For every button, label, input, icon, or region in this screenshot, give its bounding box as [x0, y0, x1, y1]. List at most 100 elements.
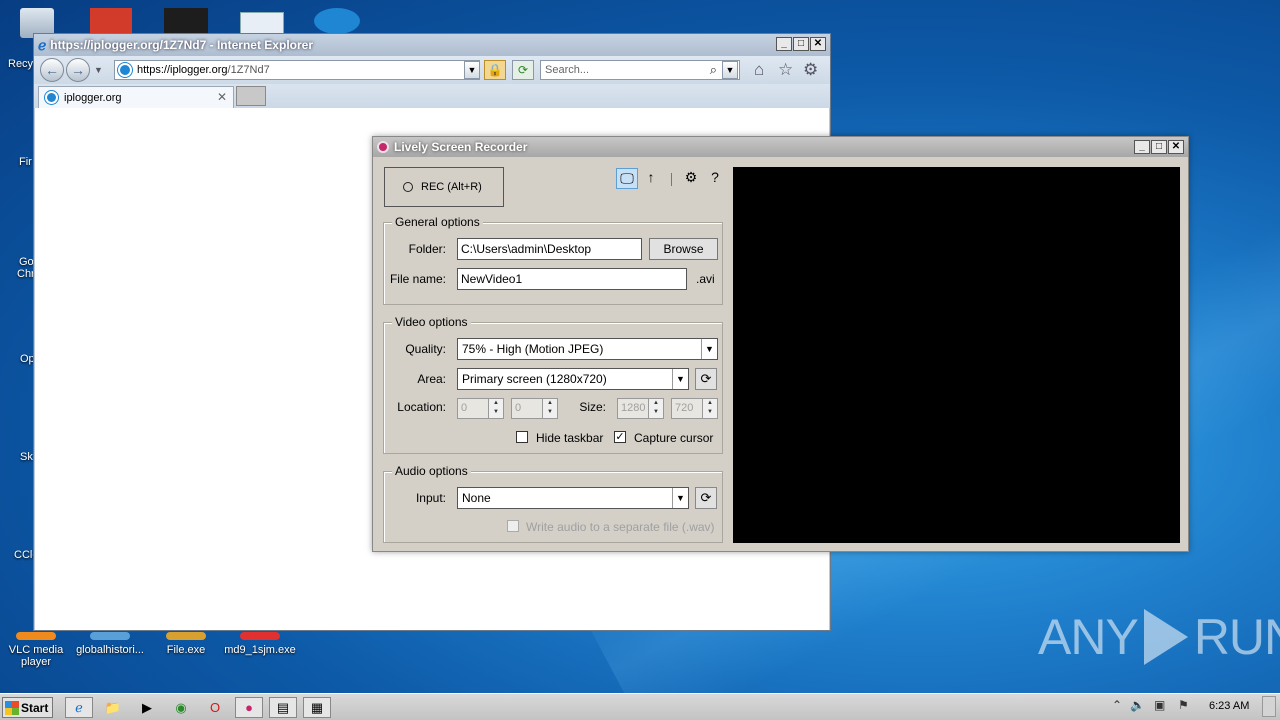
audio-input-select[interactable]: None ▼ — [457, 487, 689, 509]
taskbar-explorer-icon[interactable]: 📁 — [99, 697, 127, 718]
help-icon[interactable]: ? — [704, 168, 726, 189]
toolbar-separator — [671, 173, 672, 186]
taskbar-recorder-icon[interactable]: ● — [235, 697, 263, 718]
network-icon[interactable]: ▣ — [1154, 698, 1165, 712]
app-icon[interactable] — [164, 8, 208, 34]
lock-icon[interactable]: 🔒 — [484, 60, 506, 80]
size-width-spinner[interactable]: 1280 ▲ ▼ — [617, 398, 664, 419]
spinner-arrows-icon[interactable]: ▲ ▼ — [488, 399, 503, 418]
play-icon — [1143, 609, 1188, 665]
ie-titlebar[interactable]: ℯ https://iplogger.org/1Z7Nd7 - Internet… — [34, 34, 830, 56]
action-center-flag-icon[interactable]: ⚑ — [1178, 698, 1189, 712]
address-bar[interactable]: https://iplogger.org/1Z7Nd7 — [114, 60, 480, 80]
rec-label: REC (Alt+R) — [421, 181, 482, 193]
maximize-button[interactable]: □ — [1151, 140, 1167, 154]
anyrun-watermark: ANY RUN — [1038, 608, 1280, 666]
audio-input-value: None — [462, 491, 491, 505]
location-x-spinner[interactable]: 0 ▲ ▼ — [457, 398, 504, 419]
tab-iplogger[interactable]: iplogger.org ✕ — [38, 86, 234, 108]
input-label: Input: — [415, 491, 446, 505]
history-dropdown-icon[interactable]: ▼ — [94, 65, 103, 75]
volume-icon[interactable]: 🔈 — [1130, 698, 1145, 712]
desktop-icon-label: File.exe — [166, 644, 206, 656]
clock[interactable]: 6:23 AM — [1209, 700, 1249, 712]
monitor-icon[interactable]: 🖵 — [616, 168, 638, 189]
show-desktop-button[interactable] — [1262, 696, 1276, 717]
ie-tab-strip: iplogger.org ✕ — [34, 84, 830, 108]
search-icon[interactable]: ⌕ — [710, 62, 717, 78]
chevron-down-icon: ▼ — [672, 369, 688, 389]
watermark-text-left: ANY — [1038, 609, 1139, 665]
favorites-star-icon[interactable]: ☆ — [778, 60, 793, 80]
home-icon[interactable]: ⌂ — [754, 60, 764, 80]
exe-icon — [166, 632, 206, 640]
gear-icon[interactable]: ⚙ — [803, 60, 818, 80]
minimize-button[interactable]: _ — [1134, 140, 1150, 154]
location-label: Location: — [397, 400, 446, 414]
size-label: Size: — [579, 400, 606, 414]
close-button[interactable]: ✕ — [810, 37, 826, 51]
refresh-area-button[interactable]: ⟳ — [695, 368, 717, 390]
size-height-value: 720 — [675, 402, 694, 414]
acrobat-icon[interactable] — [90, 8, 132, 34]
start-label: Start — [21, 700, 49, 715]
spinner-arrows-icon[interactable]: ▲ ▼ — [702, 399, 717, 418]
address-dropdown-button[interactable]: ▼ — [464, 61, 480, 79]
location-y-spinner[interactable]: 0 ▲ ▼ — [511, 398, 558, 419]
tray-expand-icon[interactable]: ⌃ — [1112, 698, 1122, 712]
area-select[interactable]: Primary screen (1280x720) ▼ — [457, 368, 689, 390]
location-y-value: 0 — [515, 402, 522, 414]
quality-select[interactable]: 75% - High (Motion JPEG) ▼ — [457, 338, 718, 360]
spinner-arrows-icon[interactable]: ▲ ▼ — [542, 399, 557, 418]
new-tab-button[interactable] — [236, 86, 266, 106]
taskbar-app2-icon[interactable]: ▦ — [303, 697, 331, 718]
search-dropdown-button[interactable]: ▼ — [722, 61, 738, 79]
browser-icon[interactable] — [314, 8, 360, 34]
close-button[interactable]: ✕ — [1168, 140, 1184, 154]
desktop-icon-md9[interactable]: md9_1sjm.exe — [222, 632, 298, 656]
upload-icon[interactable]: ↑ — [640, 168, 662, 189]
video-options-group: Video options Quality: 75% - High (Motio… — [383, 315, 723, 454]
rec-button[interactable]: REC (Alt+R) — [384, 167, 504, 207]
recorder-titlebar[interactable]: Lively Screen Recorder — [373, 137, 1188, 157]
audio-options-legend: Audio options — [392, 464, 471, 478]
window-icon[interactable] — [240, 12, 284, 34]
desktop-icon-file-exe[interactable]: File.exe — [148, 632, 224, 656]
video-options-legend: Video options — [392, 315, 471, 329]
refresh-icon[interactable]: ⟳ — [512, 60, 534, 80]
taskbar-app-icon[interactable]: ▤ — [269, 697, 297, 718]
maximize-button[interactable]: □ — [793, 37, 809, 51]
vlc-icon — [16, 632, 56, 640]
start-button[interactable]: Start — [2, 697, 53, 718]
capture-cursor-checkbox[interactable]: ✓ — [614, 431, 626, 443]
record-circle-icon — [403, 182, 413, 192]
forward-button[interactable]: → — [66, 58, 90, 82]
size-width-value: 1280 — [621, 402, 646, 414]
taskbar-media-player-icon[interactable]: ▶ — [133, 697, 161, 718]
desktop-label-firefox: Fir — [19, 156, 32, 168]
tab-close-icon[interactable]: ✕ — [217, 90, 227, 104]
general-options-group: General options Folder: C:\Users\admin\D… — [383, 215, 723, 305]
back-button[interactable]: ← — [40, 58, 64, 82]
separate-audio-checkbox[interactable] — [507, 520, 519, 532]
settings-icon[interactable]: ⚙ — [680, 168, 702, 189]
taskbar-opera-icon[interactable]: O — [201, 697, 229, 718]
filename-field[interactable]: NewVideo1 — [457, 268, 687, 290]
chevron-down-icon: ▼ — [701, 339, 717, 359]
folder-field[interactable]: C:\Users\admin\Desktop — [457, 238, 642, 260]
taskbar-chrome-icon[interactable]: ◉ — [167, 697, 195, 718]
spinner-arrows-icon[interactable]: ▲ ▼ — [648, 399, 663, 418]
taskbar-ie-icon[interactable]: ℯ — [65, 697, 93, 718]
size-height-spinner[interactable]: 720 ▲ ▼ — [671, 398, 718, 419]
browse-button[interactable]: Browse — [649, 238, 718, 260]
minimize-button[interactable]: _ — [776, 37, 792, 51]
windows-logo-icon — [5, 700, 19, 715]
desktop-label-skype: Sk — [20, 451, 33, 463]
refresh-audio-button[interactable]: ⟳ — [695, 487, 717, 509]
hide-taskbar-checkbox[interactable] — [516, 431, 528, 443]
desktop-icon-globalhistory[interactable]: globalhistori... — [72, 632, 148, 656]
search-input[interactable]: Search... ⌕ — [540, 60, 740, 80]
chevron-down-icon: ▼ — [672, 488, 688, 508]
desktop-icon-vlc[interactable]: VLC media player — [0, 632, 74, 668]
separate-audio-label: Write audio to a separate file (.wav) — [526, 520, 715, 534]
